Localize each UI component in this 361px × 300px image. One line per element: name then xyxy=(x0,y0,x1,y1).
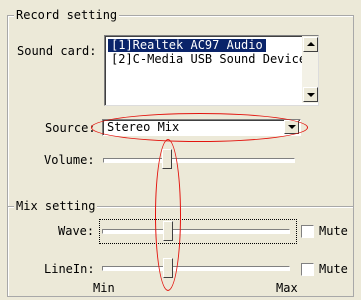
sound-card-listbox[interactable]: [1]Realtek AC97 Audio [2]C-Media USB Sou… xyxy=(104,35,319,106)
sound-card-item[interactable]: [1]Realtek AC97 Audio xyxy=(108,39,266,52)
chevron-up-icon xyxy=(307,42,315,46)
source-select[interactable]: Stereo Mix xyxy=(102,119,301,136)
mix-setting-legend: Mix setting xyxy=(14,199,98,213)
wave-mute-checkbox[interactable] xyxy=(301,225,314,238)
linein-slider-track[interactable] xyxy=(102,266,290,271)
wave-mute-label[interactable]: Mute xyxy=(319,224,348,238)
source-dropdown-button[interactable] xyxy=(284,120,299,134)
scroll-up-button[interactable] xyxy=(303,37,318,52)
sound-card-item[interactable]: [2]C-Media USB Sound Device xyxy=(108,53,309,66)
volume-label: Volume: xyxy=(44,153,95,167)
sound-card-label: Sound card: xyxy=(17,44,97,58)
volume-slider-thumb[interactable] xyxy=(162,149,172,169)
scroll-down-button[interactable] xyxy=(303,87,318,102)
record-setting-legend: Record setting xyxy=(14,8,120,22)
linein-mute-label[interactable]: Mute xyxy=(319,262,348,276)
slider-max-label: Max xyxy=(276,281,298,295)
sound-card-scrollbar[interactable] xyxy=(302,36,318,103)
linein-slider-thumb[interactable] xyxy=(163,258,173,278)
chevron-down-icon xyxy=(307,93,315,97)
chevron-down-icon xyxy=(288,125,296,129)
volume-slider-track[interactable] xyxy=(103,158,295,163)
wave-label: Wave: xyxy=(58,224,95,238)
wave-slider-track[interactable] xyxy=(102,229,290,234)
slider-min-label: Min xyxy=(93,281,115,295)
linein-label: LineIn: xyxy=(44,262,95,276)
linein-mute-checkbox[interactable] xyxy=(301,263,314,276)
wave-slider-thumb[interactable] xyxy=(163,221,173,241)
source-label: Source: xyxy=(45,121,96,135)
source-select-value: Stereo Mix xyxy=(107,120,180,134)
